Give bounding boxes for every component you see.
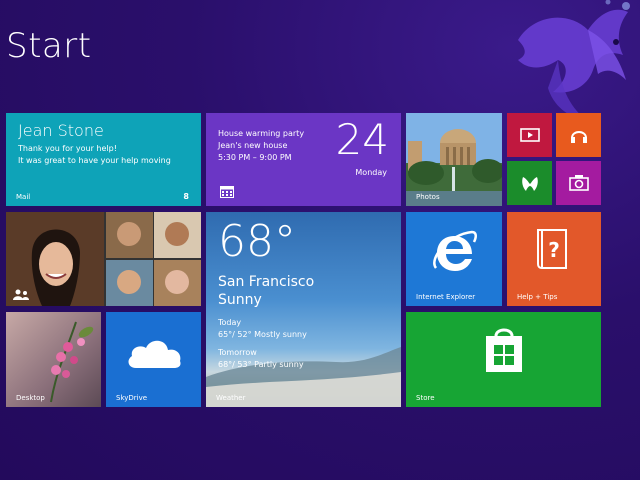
video-tile[interactable]: [507, 113, 552, 157]
calendar-event-location: Jean's new house: [218, 141, 288, 150]
flower-wallpaper: [50, 321, 94, 403]
calendar-event-time: 5:30 PM – 9:00 PM: [218, 153, 292, 162]
weather-tile[interactable]: 68° San Francisco Sunny Today 65°/ 52° M…: [206, 212, 401, 407]
mail-tile[interactable]: Jean Stone Thank you for your help! It w…: [6, 113, 201, 206]
people-icon: [13, 289, 29, 300]
calendar-event-title: House warming party: [218, 129, 305, 138]
forecast-tomorrow: 68°/ 53° Partly sunny: [218, 360, 304, 369]
music-tile[interactable]: [556, 113, 601, 157]
tile-label: Internet Explorer: [416, 293, 476, 301]
tile-label: Mail: [16, 193, 31, 201]
mail-subject: Thank you for your help!: [18, 144, 117, 153]
forecast-today-label: Today: [218, 318, 242, 327]
internet-explorer-tile[interactable]: Internet Explorer: [406, 212, 502, 306]
tile-label: Help + Tips: [517, 293, 558, 301]
forecast-tomorrow-label: Tomorrow: [218, 348, 257, 357]
calendar-day-number: 24: [335, 115, 389, 164]
tile-label: Desktop: [16, 394, 45, 402]
camera-icon: [569, 175, 589, 191]
forecast-today: 65°/ 52° Mostly sunny: [218, 330, 307, 339]
desktop-tile[interactable]: Desktop: [6, 312, 101, 407]
help-book-icon: ?: [537, 229, 567, 269]
store-bag-icon: [486, 328, 522, 372]
people-tile[interactable]: [6, 212, 201, 306]
svg-text:?: ?: [548, 238, 560, 262]
mail-preview: It was great to have your help moving: [18, 156, 171, 165]
store-tile[interactable]: Store: [406, 312, 601, 407]
page-title: Start: [6, 26, 92, 66]
photos-tile[interactable]: Photos: [406, 113, 502, 206]
video-icon: [520, 128, 540, 142]
camera-tile[interactable]: [556, 161, 601, 205]
headphones-icon: [571, 131, 587, 143]
people-photos: [6, 212, 201, 306]
skydrive-tile[interactable]: SkyDrive: [106, 312, 201, 407]
cloud-icon: [128, 340, 181, 368]
tile-label: SkyDrive: [116, 394, 148, 402]
mail-sender: Jean Stone: [18, 121, 104, 140]
gamepad-icon: [522, 177, 538, 191]
weather-city: San Francisco: [218, 274, 315, 290]
tile-label: Weather: [216, 394, 246, 402]
weather-condition: Sunny: [218, 292, 262, 308]
tile-label: Store: [416, 394, 435, 402]
calendar-tile[interactable]: House warming party Jean's new house 5:3…: [206, 113, 401, 206]
calendar-icon: [220, 186, 234, 198]
help-tips-tile[interactable]: ? Help + Tips: [507, 212, 601, 306]
games-tile[interactable]: [507, 161, 552, 205]
calendar-weekday: Monday: [355, 168, 387, 177]
unread-count-badge: 8: [183, 192, 189, 201]
tile-label: Photos: [416, 193, 440, 201]
weather-temperature: 68°: [218, 216, 296, 267]
internet-explorer-icon: [433, 230, 477, 271]
